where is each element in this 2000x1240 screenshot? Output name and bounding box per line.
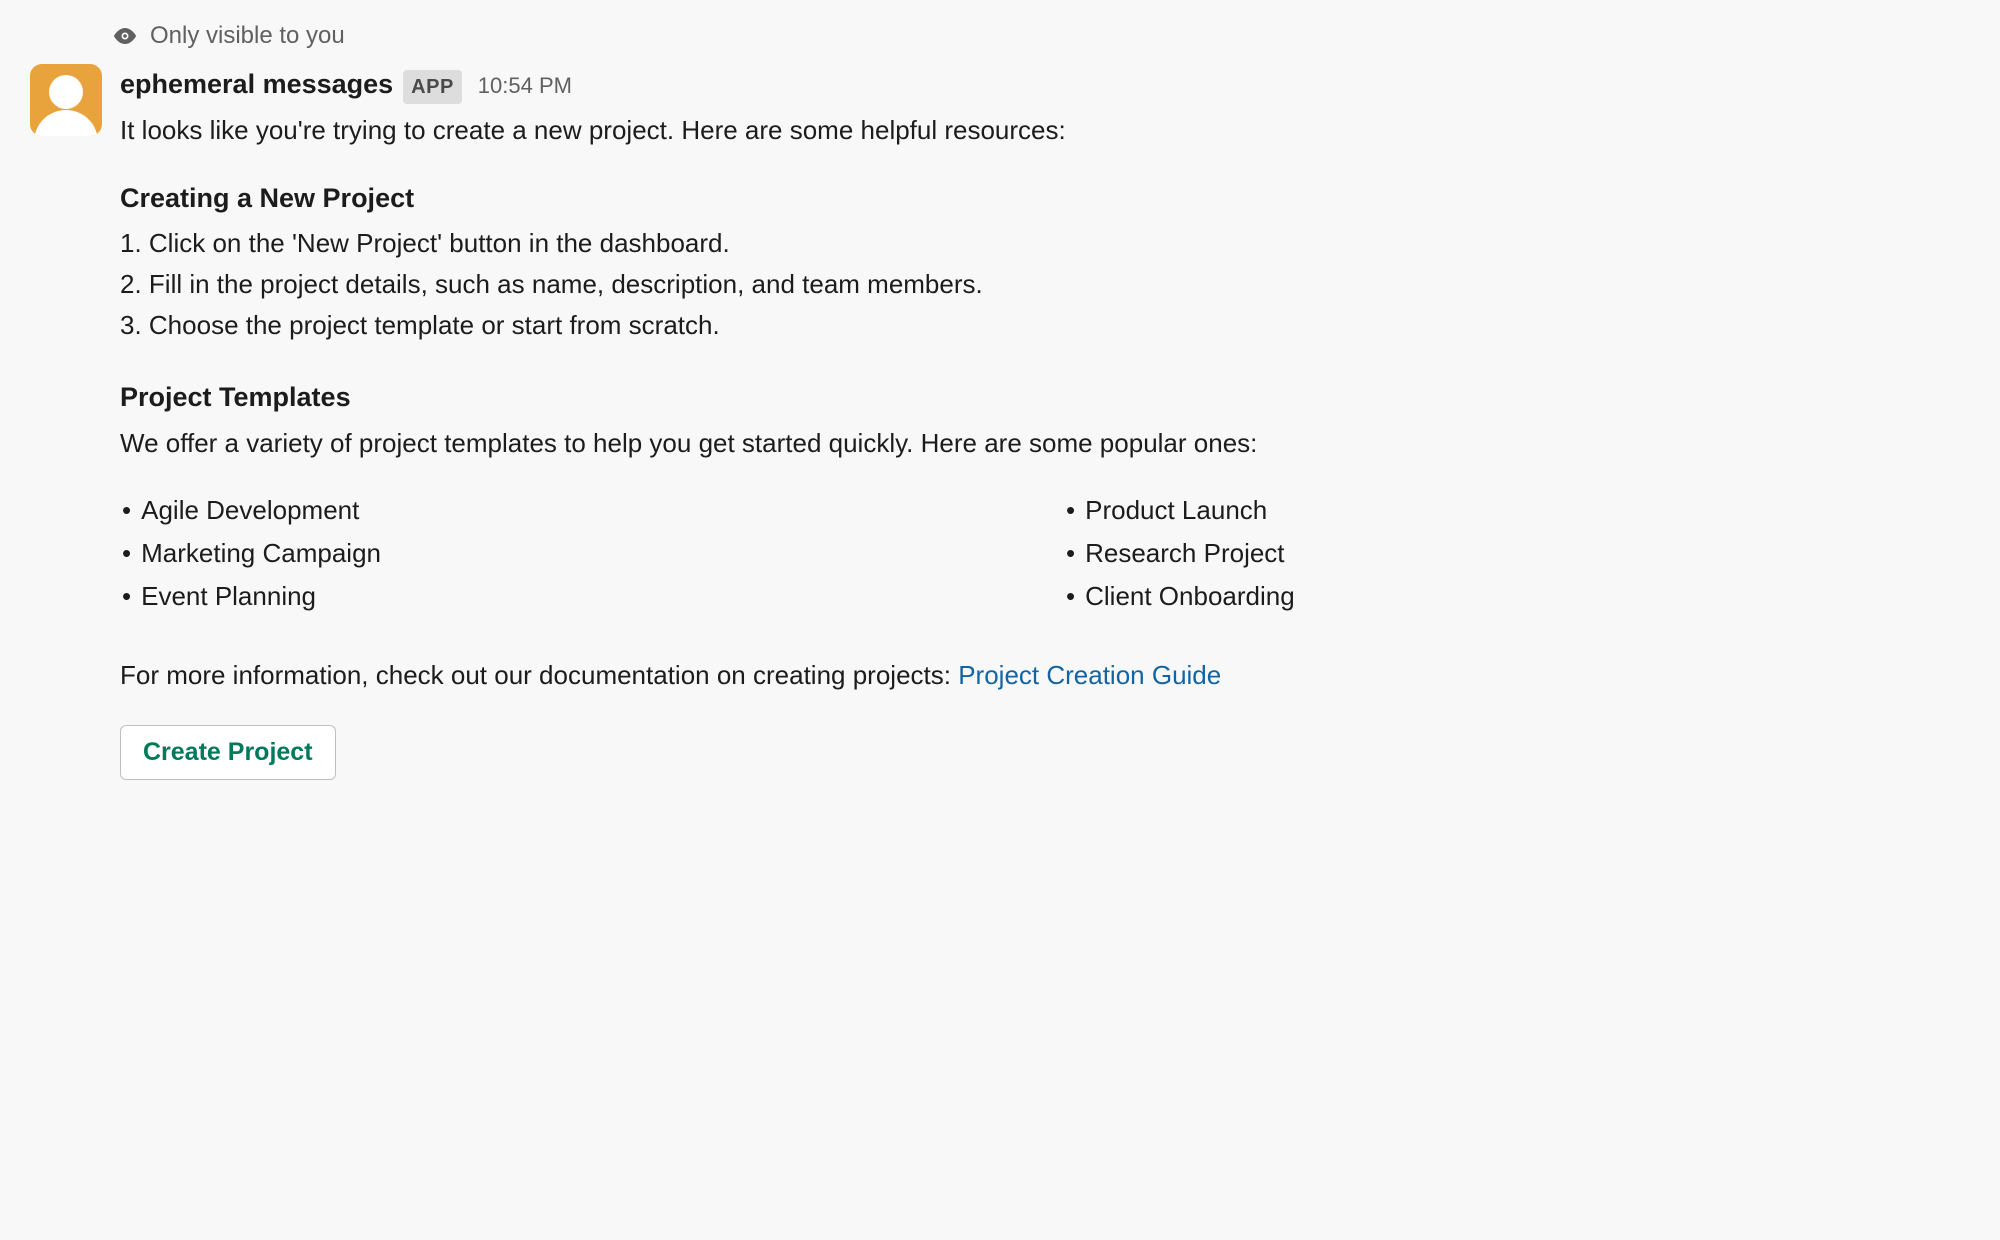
list-item: • Event Planning <box>122 577 1026 616</box>
message-content: ephemeral messages APP 10:54 PM It looks… <box>120 64 1970 780</box>
templates-grid: • Agile Development • Marketing Campaign… <box>120 491 1970 620</box>
message-row: ephemeral messages APP 10:54 PM It looks… <box>30 64 1970 780</box>
step-line: 3. Choose the project template or start … <box>120 306 1970 345</box>
section2-intro: We offer a variety of project templates … <box>120 424 1970 463</box>
bullet-icon: • <box>1066 534 1075 573</box>
section1-steps: 1. Click on the 'New Project' button in … <box>120 224 1970 345</box>
section1-heading: Creating a New Project <box>120 178 1970 219</box>
more-info: For more information, check out our docu… <box>120 656 1970 695</box>
templates-col1: • Agile Development • Marketing Campaign… <box>122 491 1026 620</box>
template-name: Event Planning <box>141 577 316 616</box>
bullet-icon: • <box>122 577 131 616</box>
bullet-icon: • <box>1066 577 1075 616</box>
templates-col2: • Product Launch • Research Project • Cl… <box>1066 491 1970 620</box>
template-name: Research Project <box>1085 534 1284 573</box>
intro-text: It looks like you're trying to create a … <box>120 111 1970 150</box>
app-badge: APP <box>403 70 462 104</box>
avatar[interactable] <box>30 64 102 136</box>
list-item: • Product Launch <box>1066 491 1970 530</box>
ephemeral-notice: Only visible to you <box>112 18 1970 54</box>
template-name: Product Launch <box>1085 491 1267 530</box>
timestamp[interactable]: 10:54 PM <box>478 69 572 102</box>
eye-icon <box>112 23 138 49</box>
sender-line: ephemeral messages APP 10:54 PM <box>120 64 1970 105</box>
create-project-button[interactable]: Create Project <box>120 725 336 780</box>
bullet-icon: • <box>122 534 131 573</box>
section2-heading: Project Templates <box>120 377 1970 418</box>
template-name: Agile Development <box>141 491 359 530</box>
list-item: • Research Project <box>1066 534 1970 573</box>
list-item: • Agile Development <box>122 491 1026 530</box>
template-name: Marketing Campaign <box>141 534 381 573</box>
bullet-icon: • <box>122 491 131 530</box>
ephemeral-notice-text: Only visible to you <box>150 18 345 54</box>
sender-name[interactable]: ephemeral messages <box>120 64 393 105</box>
step-line: 1. Click on the 'New Project' button in … <box>120 224 1970 263</box>
template-name: Client Onboarding <box>1085 577 1295 616</box>
more-info-prefix: For more information, check out our docu… <box>120 660 958 690</box>
list-item: • Marketing Campaign <box>122 534 1026 573</box>
list-item: • Client Onboarding <box>1066 577 1970 616</box>
step-line: 2. Fill in the project details, such as … <box>120 265 1970 304</box>
project-creation-guide-link[interactable]: Project Creation Guide <box>958 660 1221 690</box>
bullet-icon: • <box>1066 491 1075 530</box>
